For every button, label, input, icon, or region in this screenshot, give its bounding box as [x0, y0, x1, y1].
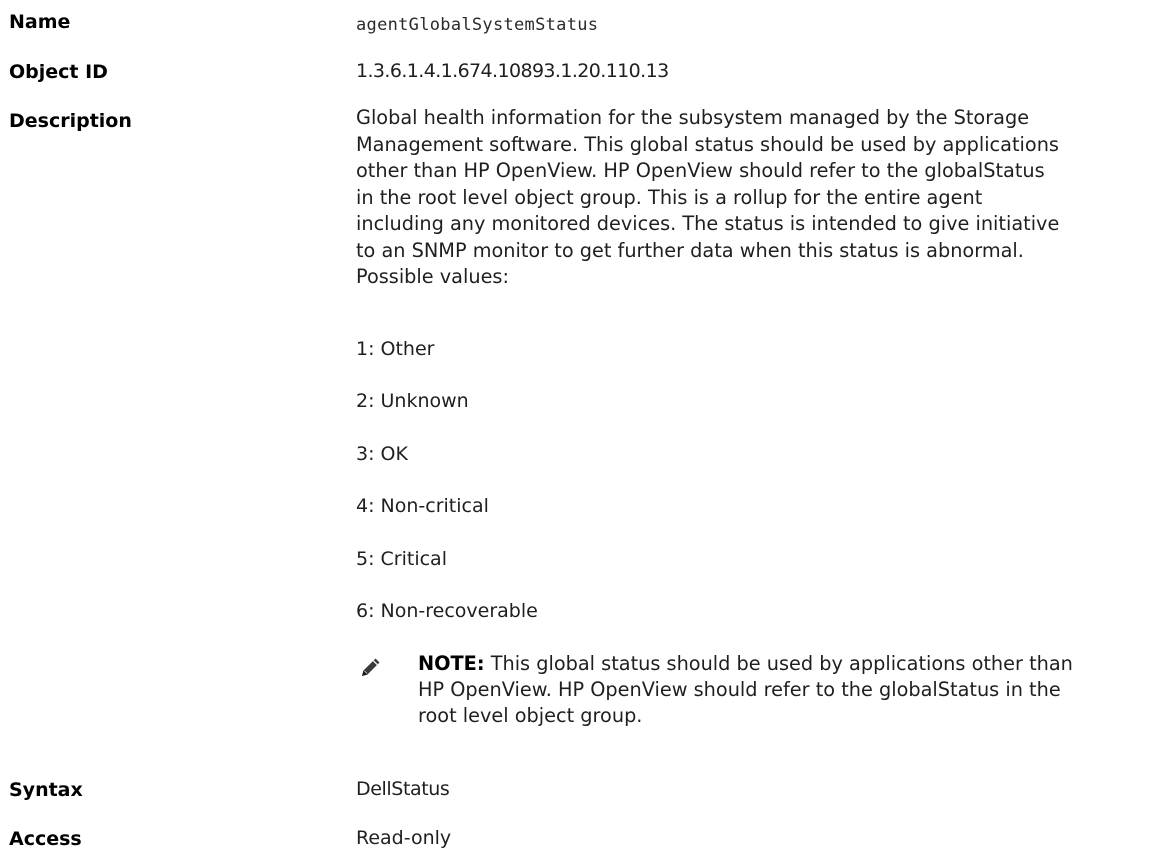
field-label-description: Description: [9, 110, 132, 132]
possible-value-item: 4: Non-critical: [356, 495, 489, 517]
field-value-access: Read-only: [356, 827, 452, 849]
field-label-name: Name: [9, 11, 71, 33]
possible-value-item: 2: Unknown: [356, 390, 469, 412]
description-line: other than HP OpenView. HP OpenView shou…: [356, 159, 1045, 182]
note-text: NOTE: This global status should be used …: [418, 651, 1157, 729]
description-line: Global health information for the subsys…: [356, 106, 1030, 129]
field-value-description: Global health information for the subsys…: [356, 105, 1156, 291]
description-line: Possible values:: [356, 265, 509, 288]
note-line-text: This global status should be used by app…: [484, 652, 1073, 675]
field-label-syntax: Syntax: [9, 779, 83, 801]
description-line: to an SNMP monitor to get further data w…: [356, 238, 1024, 262]
possible-value-item: 1: Other: [356, 338, 435, 360]
description-line: in the root level object group. This is …: [356, 185, 983, 209]
pencil-note-icon: [360, 656, 382, 678]
possible-value-item: 5: Critical: [356, 548, 447, 570]
field-value-syntax: DellStatus: [356, 778, 450, 800]
field-value-name: agentGlobalSystemStatus: [356, 15, 599, 35]
description-line: Management software. This global status …: [356, 132, 1059, 156]
description-line: including any monitored devices. The sta…: [356, 212, 1060, 235]
possible-value-item: 3: OK: [356, 443, 408, 465]
note-line-1: NOTE: This global status should be used …: [418, 651, 1157, 677]
note-line-3: root level object group.: [418, 704, 643, 727]
field-label-access: Access: [9, 828, 82, 850]
note-prefix: NOTE:: [418, 652, 485, 675]
field-label-object-id: Object ID: [9, 61, 108, 83]
field-value-object-id: 1.3.6.1.4.1.674.10893.1.20.110.13: [356, 60, 669, 82]
note-line-2: HP OpenView. HP OpenView should refer to…: [418, 678, 1061, 701]
possible-value-item: 6: Non-recoverable: [356, 600, 538, 622]
